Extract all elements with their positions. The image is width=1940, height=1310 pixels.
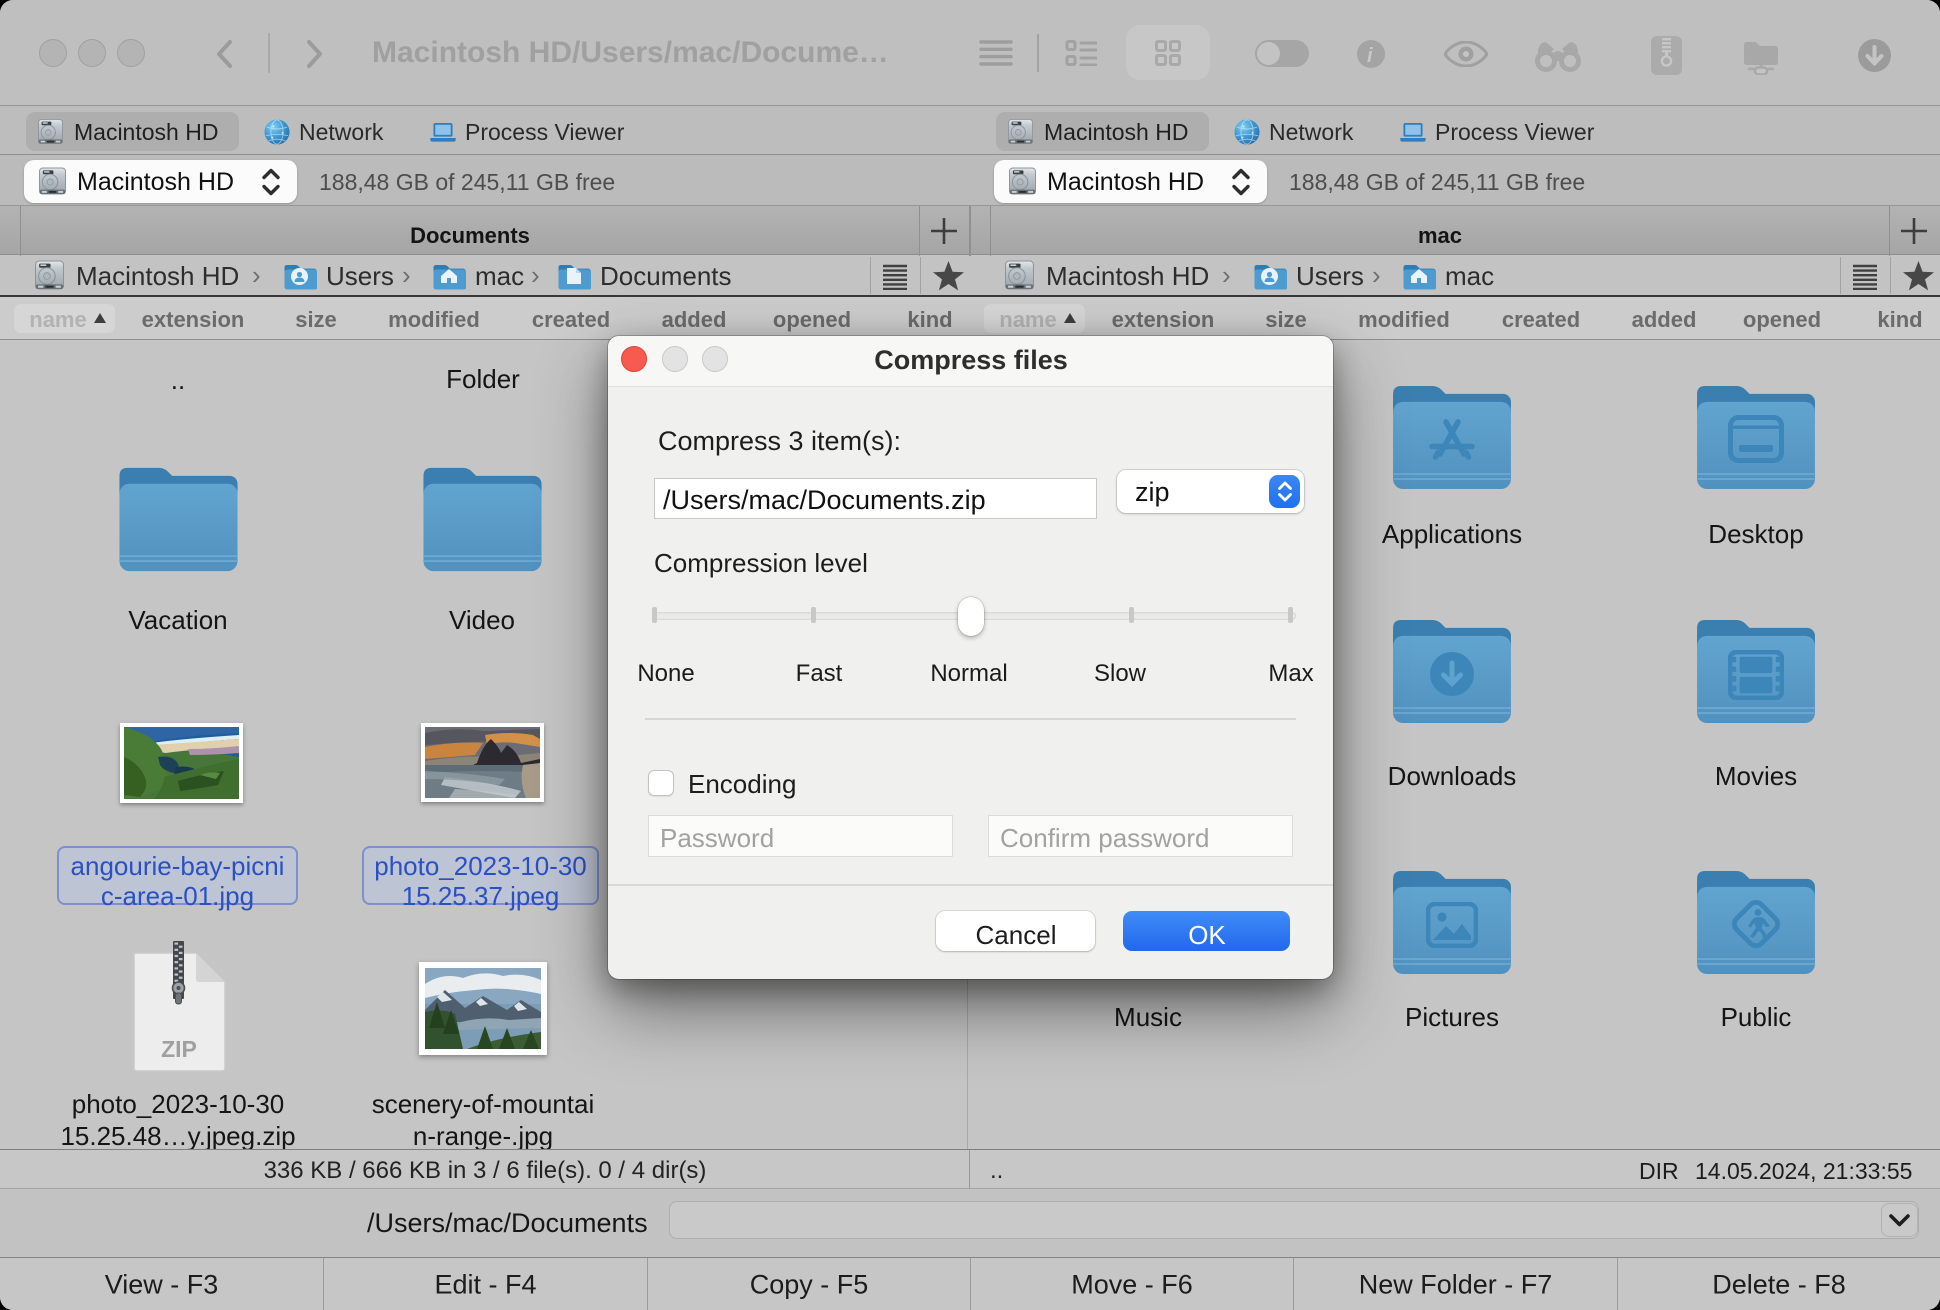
svg-text:ZIP: ZIP: [161, 1036, 197, 1062]
